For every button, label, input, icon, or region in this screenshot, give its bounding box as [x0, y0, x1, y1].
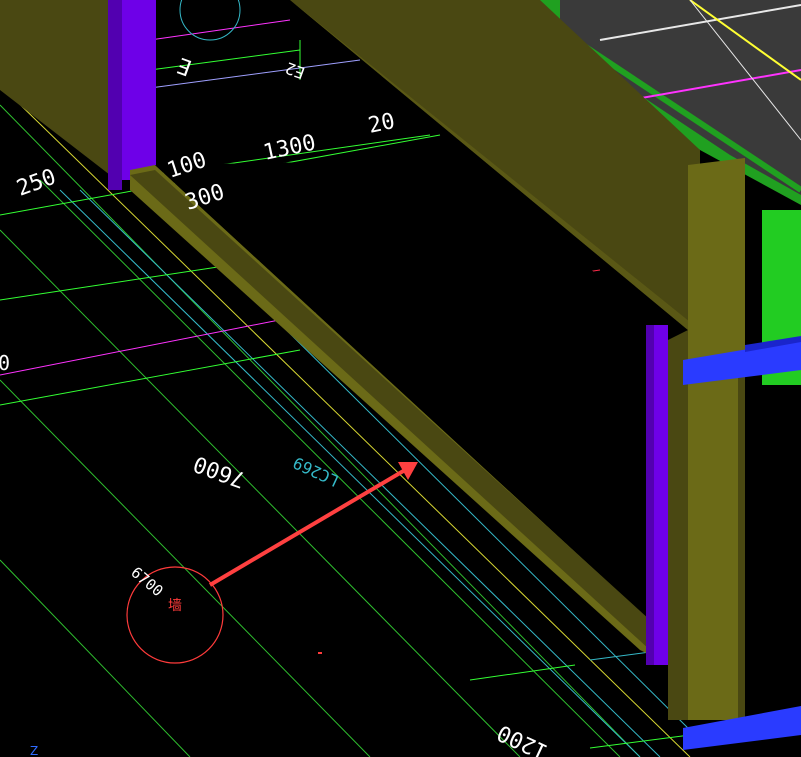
axis-z-label: Z — [30, 744, 38, 757]
column-left[interactable] — [108, 0, 156, 190]
column-right[interactable] — [646, 325, 668, 665]
dim-0: 0 — [0, 351, 10, 375]
wall-marker-label: 墙 — [168, 598, 182, 614]
cad-3d-viewport[interactable]: 墙 250 1300 20 100 300 7600 LC269 6700 12… — [0, 0, 801, 757]
